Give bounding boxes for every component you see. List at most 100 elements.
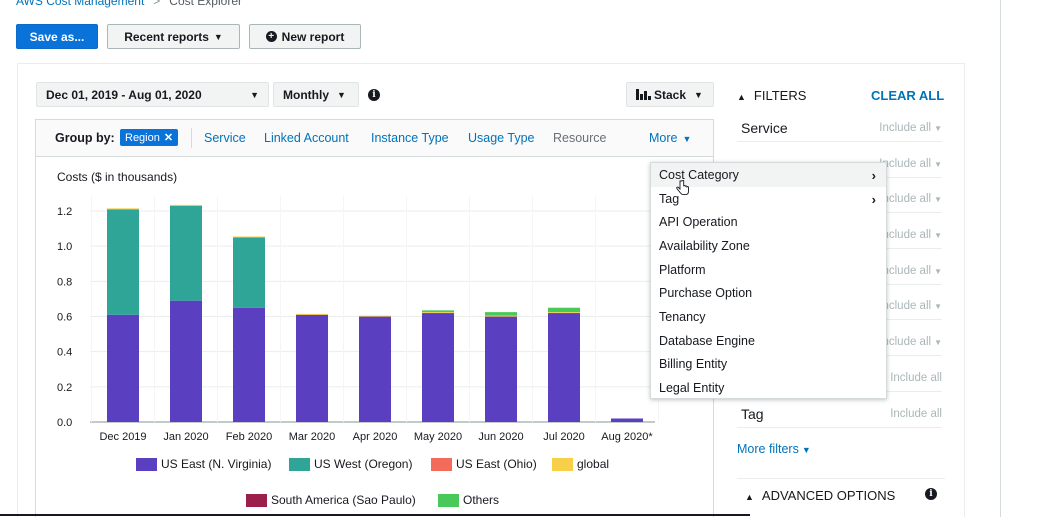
filters-toggle[interactable]: ▲ FILTERS (737, 88, 806, 103)
filter-value-dropdown[interactable]: Include all (890, 372, 942, 384)
bar-segment (485, 312, 517, 316)
menu-item-platform[interactable]: Platform (651, 258, 886, 282)
legend-item-us-east-n-virginia[interactable]: US East (N. Virginia) (136, 457, 271, 471)
filter-value-dropdown[interactable]: Include all ▼ (879, 229, 942, 241)
bar-segment (296, 313, 328, 315)
y-tick-label: 0.8 (57, 276, 72, 288)
x-tick-label: Apr 2020 (353, 431, 398, 443)
menu-item-tenancy[interactable]: Tenancy (651, 305, 886, 329)
legend-item-us-west-oregon[interactable]: US West (Oregon) (289, 457, 412, 471)
legend-item-global[interactable]: global (552, 457, 609, 471)
bar-segment (233, 236, 265, 238)
bar-segment (548, 307, 580, 313)
x-tick-label: May 2020 (414, 431, 462, 443)
legend-swatch (136, 457, 157, 471)
filter-value: Include all (890, 372, 942, 384)
filters-heading: FILTERS (753, 88, 807, 103)
menu-item-label: API Operation (659, 215, 738, 229)
filter-value-dropdown[interactable]: Include all ▼ (879, 300, 942, 312)
filter-value-dropdown[interactable]: Include all ▼ (879, 158, 942, 170)
caret-down-icon: ▼ (934, 124, 942, 133)
caret-down-icon: ▼ (934, 195, 942, 204)
bar-segment (548, 312, 580, 422)
bar-segment (107, 209, 139, 315)
advanced-options-toggle[interactable]: ▲ ADVANCED OPTIONS (737, 478, 945, 503)
x-tick-label: Mar 2020 (289, 431, 335, 443)
caret-down-icon: ▼ (934, 302, 942, 311)
caret-down-icon: ▼ (934, 267, 942, 276)
info-icon[interactable]: i (925, 488, 937, 500)
legend-item-us-east-ohio[interactable]: US East (Ohio) (431, 457, 537, 471)
caret-down-icon: ▼ (801, 445, 811, 455)
bar-segment (611, 418, 643, 422)
bar-segment (485, 316, 517, 422)
menu-item-availability-zone[interactable]: Availability Zone (651, 234, 886, 258)
advanced-options-label: ADVANCED OPTIONS (761, 488, 896, 503)
caret-up-icon: ▲ (737, 92, 746, 102)
legend-label: US West (Oregon) (314, 457, 413, 471)
filter-value: Include all (879, 336, 932, 348)
bar-segment (422, 312, 454, 422)
legend-label: US East (Ohio) (456, 457, 537, 471)
menu-item-label: Availability Zone (659, 239, 750, 253)
filter-value-dropdown[interactable]: Include all ▼ (879, 336, 942, 348)
chevron-right-icon: › (871, 167, 876, 183)
x-tick-label: Dec 2019 (99, 431, 146, 443)
y-tick-label: 1.0 (57, 241, 72, 253)
menu-item-api-operation[interactable]: API Operation (651, 210, 886, 234)
filter-value: Include all (879, 229, 932, 241)
menu-item-label: Billing Entity (659, 357, 728, 371)
filter-name: Tag (741, 406, 764, 422)
filter-value: Include all (879, 193, 932, 205)
divider (0, 514, 750, 516)
bar-segment (422, 312, 454, 314)
caret-up-icon: ▲ (745, 492, 754, 502)
filter-value: Include all (879, 300, 932, 312)
filter-row-tag[interactable]: Tag Include all (737, 402, 942, 428)
x-tick-label: Aug 2020* (601, 431, 653, 443)
caret-down-icon: ▼ (934, 231, 942, 240)
filter-value-dropdown[interactable]: Include all (890, 408, 942, 420)
x-tick-label: Feb 2020 (226, 431, 272, 443)
bar-segment (170, 205, 202, 301)
bar-segment (233, 237, 265, 308)
filter-value: Include all (879, 158, 932, 170)
menu-item-database-engine[interactable]: Database Engine (651, 329, 886, 353)
legend-item-others[interactable]: Others (438, 493, 499, 507)
legend-swatch (438, 493, 459, 507)
menu-item-label: Purchase Option (659, 286, 753, 300)
filter-row-service[interactable]: Service Include all ▼ (737, 116, 942, 142)
menu-item-label: Database Engine (659, 334, 755, 348)
bar-segment (359, 315, 391, 317)
x-tick-label: Jun 2020 (478, 431, 523, 443)
legend-item-south-america-sao-paulo[interactable]: South America (Sao Paulo) (246, 493, 416, 507)
bar-segment (107, 314, 139, 422)
clear-all-button[interactable]: CLEAR ALL (871, 88, 944, 103)
menu-item-legal-entity[interactable]: Legal Entity (651, 376, 886, 400)
y-tick-label: 0.4 (57, 347, 72, 359)
filter-value-dropdown[interactable]: Include all ▼ (879, 122, 942, 134)
legend-label: global (577, 457, 610, 471)
filter-value-dropdown[interactable]: Include all ▼ (879, 265, 942, 277)
y-tick-label: 1.2 (57, 206, 72, 218)
caret-down-icon: ▼ (934, 160, 942, 169)
filter-value: Include all (879, 265, 932, 277)
more-filters-button[interactable]: More filters ▼ (737, 442, 811, 456)
bar-segment (359, 316, 391, 422)
filter-value-dropdown[interactable]: Include all ▼ (879, 193, 942, 205)
chevron-right-icon: › (871, 191, 876, 207)
menu-item-billing-entity[interactable]: Billing Entity (651, 352, 886, 376)
x-tick-label: Jan 2020 (163, 431, 208, 443)
bar-segment (548, 312, 580, 314)
filter-value: Include all (890, 408, 942, 420)
more-filters-label: More filters (737, 442, 799, 456)
filter-name: Service (741, 120, 788, 136)
legend-swatch (246, 493, 267, 507)
menu-item-purchase-option[interactable]: Purchase Option (651, 281, 886, 305)
y-tick-label: 0.0 (57, 417, 72, 429)
legend-swatch (552, 457, 573, 471)
menu-item-label: Legal Entity (659, 381, 725, 395)
bar-segment (233, 307, 265, 422)
y-tick-label: 0.2 (57, 382, 72, 394)
bar-segment (296, 314, 328, 422)
